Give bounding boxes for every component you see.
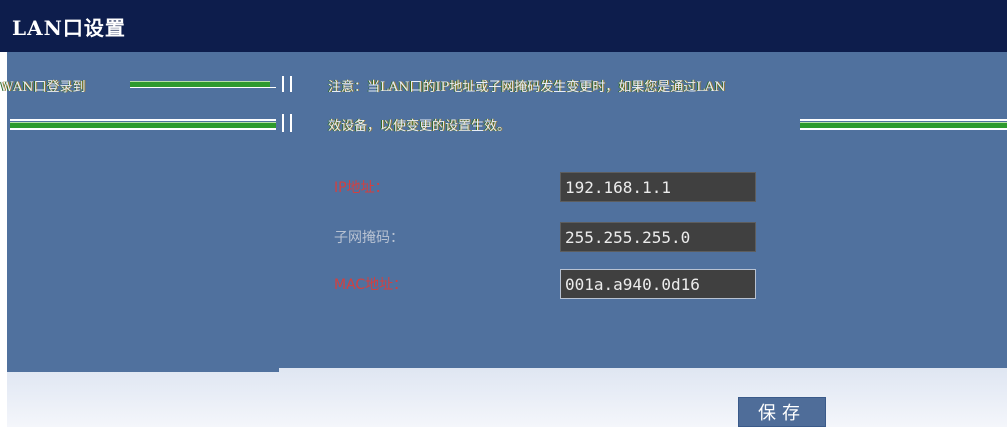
notice-divider [10,128,276,130]
mac-address-label: MAC地址： [334,277,408,293]
footer-seam [7,368,279,372]
footer-bar [7,368,1007,427]
subnet-mask-input[interactable] [560,222,756,252]
notice-divider [800,119,1007,121]
ip-address-label: IP地址： [334,180,389,196]
page-title: LAN口设置 [12,16,126,40]
title-bar: LAN口设置 [0,0,1007,52]
notice-separator [290,114,292,132]
notice-line-1: 注意：当LAN口的IP地址或子网掩码发生变更时，如果您是通过LAN [328,80,726,95]
save-button[interactable]: 保存 [738,397,826,427]
notice-separator [282,76,284,92]
notice-line-2: 效设备，以使变更的设置生效。 [328,119,511,134]
notice-divider [10,119,276,121]
settings-panel [7,52,1007,368]
mac-address-input[interactable] [560,269,756,299]
subnet-mask-label: 子网掩码： [334,230,404,246]
ip-address-input[interactable] [560,172,756,202]
notice-separator [290,76,292,92]
notice-divider [800,128,1007,130]
notice-separator [282,114,284,132]
notice-divider [130,87,276,88]
notice-left-text: WAN口登录到 [0,80,86,95]
